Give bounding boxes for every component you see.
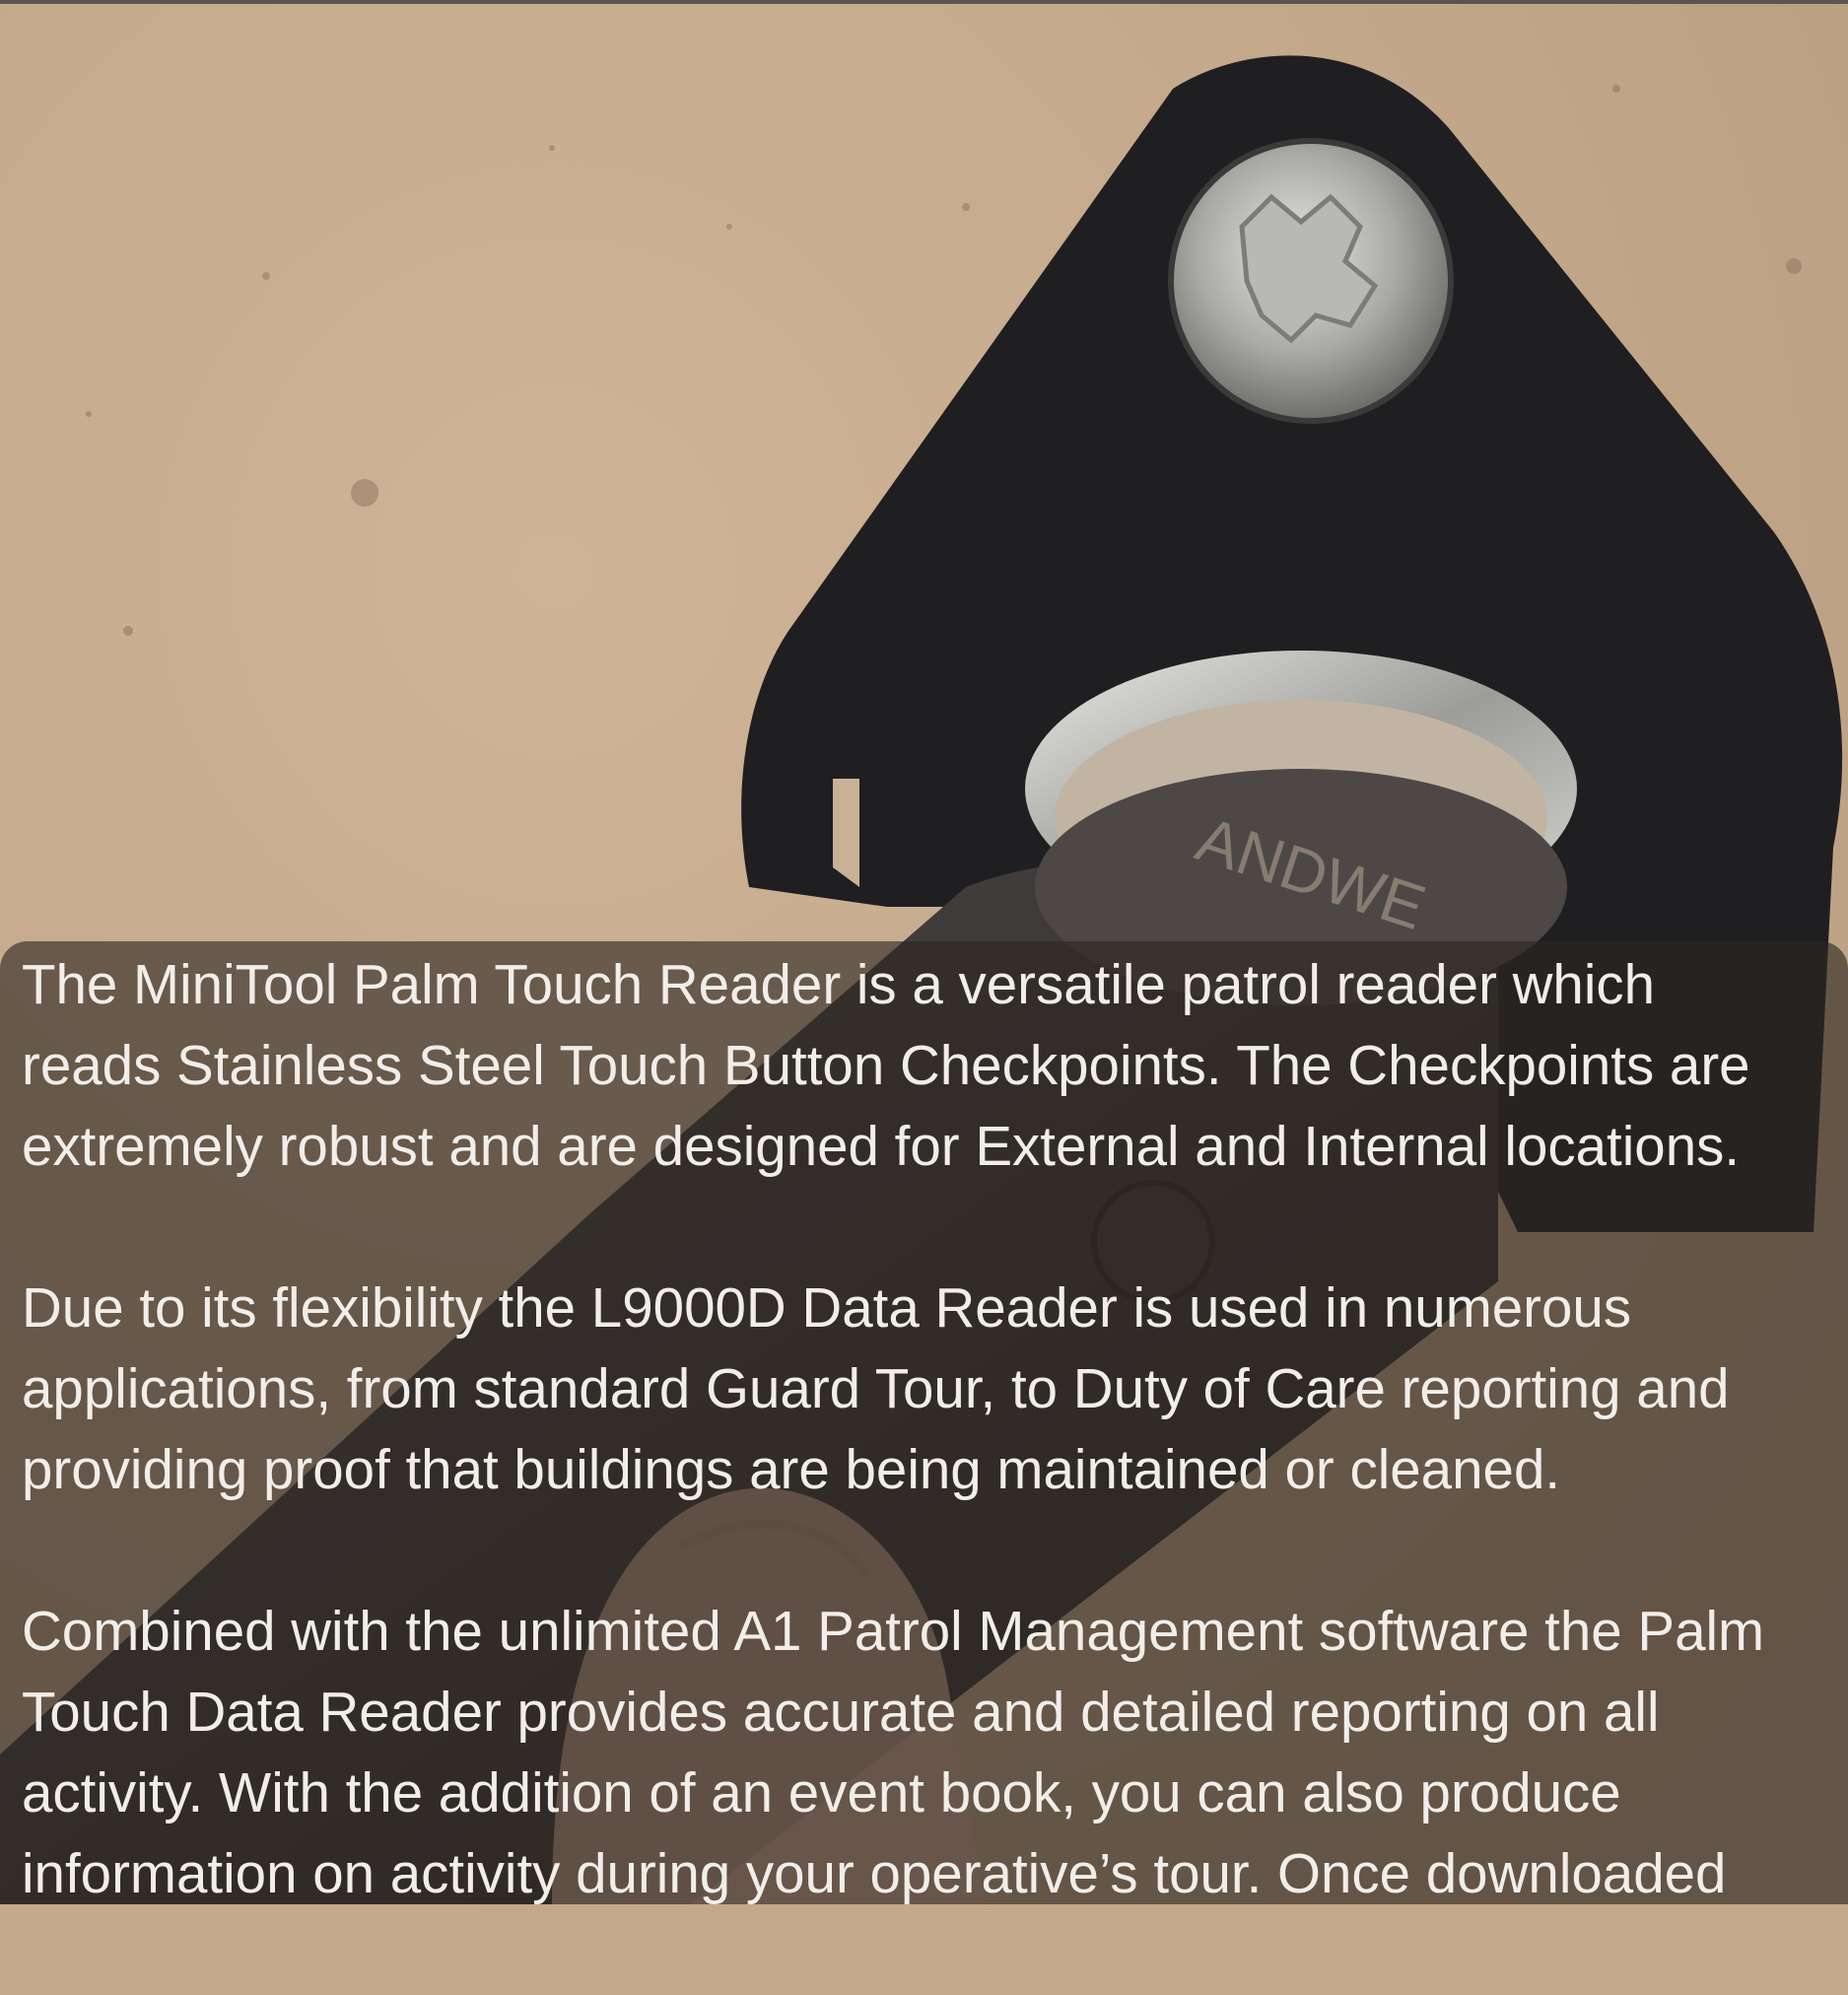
paragraph-3: Combined with the unlimited A1 Patrol Ma…: [22, 1600, 1765, 1904]
paragraph-1: The MiniTool Palm Touch Reader is a vers…: [22, 953, 1750, 1177]
paragraph-2: Due to its flexibility the L9000D Data R…: [22, 1276, 1730, 1500]
description-text: The MiniTool Palm Touch Reader is a vers…: [22, 944, 1835, 1995]
